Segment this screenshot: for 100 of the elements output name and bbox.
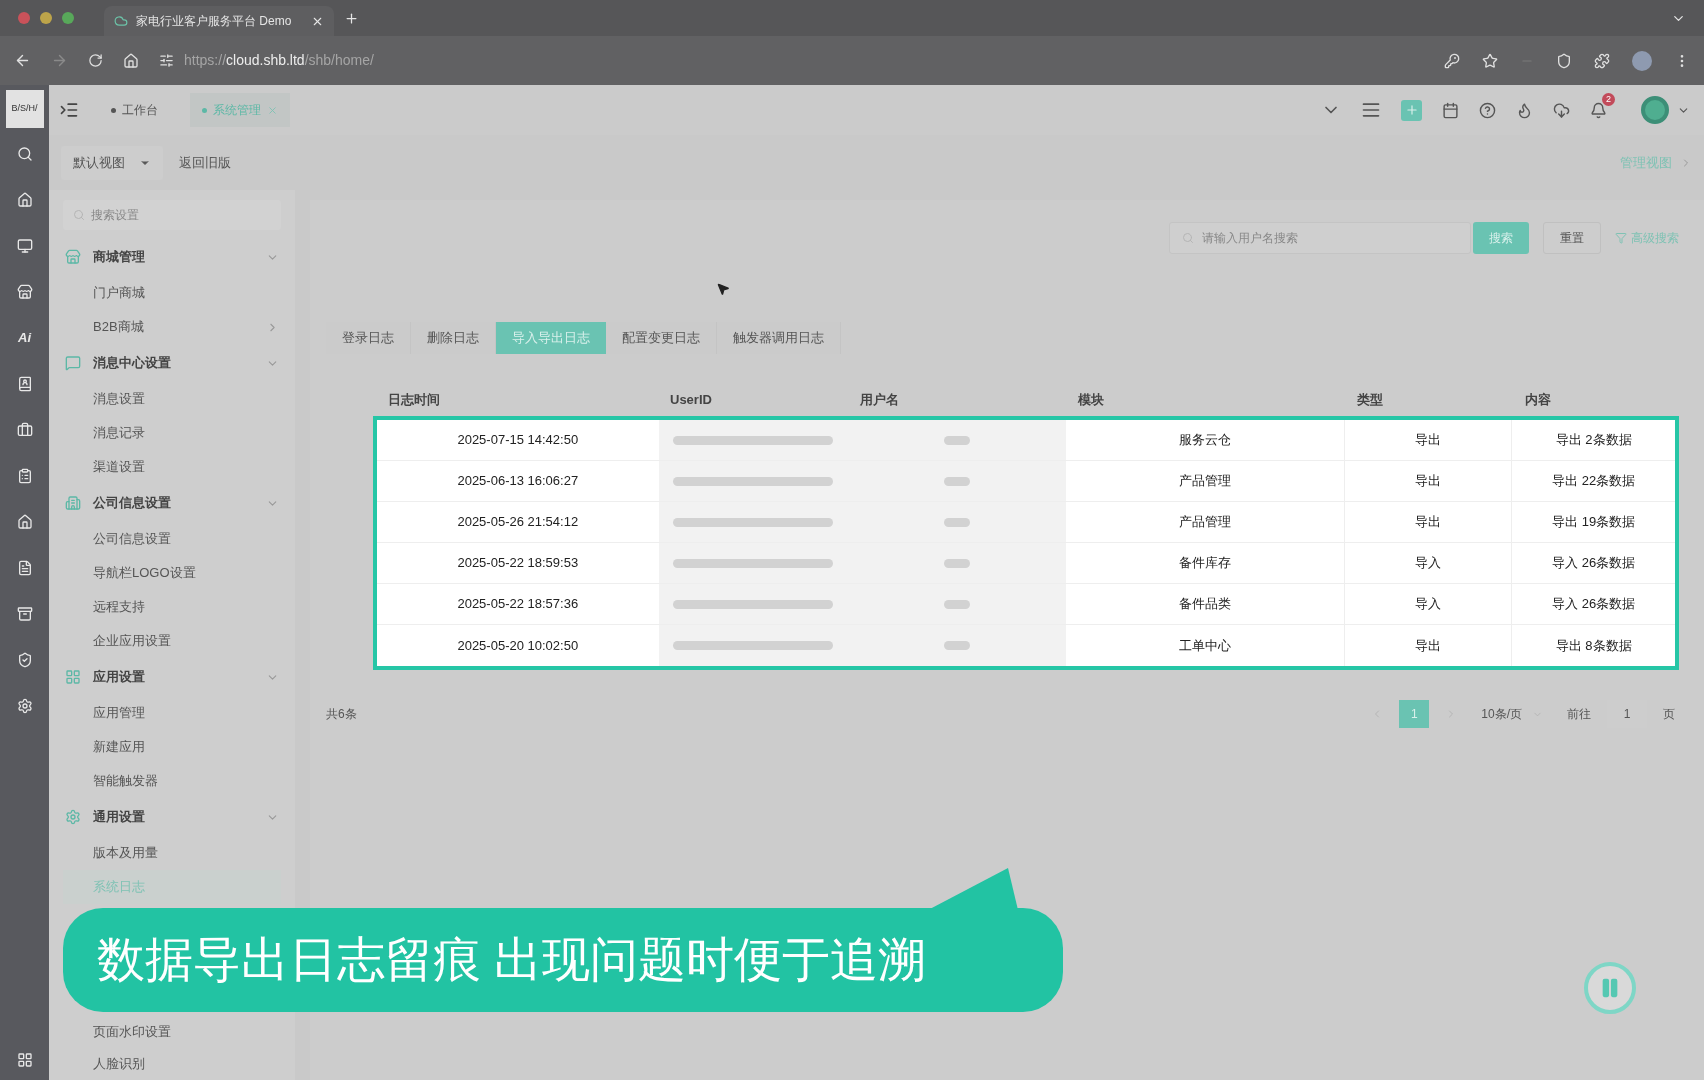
table-cell-text: 导入 26条数据	[1551, 595, 1637, 614]
menu-item[interactable]: 消息记录	[63, 416, 281, 450]
search-icon	[1182, 232, 1194, 244]
table-cell: 工单中心	[1065, 625, 1345, 666]
table-cell-text: 2025-05-22 18:57:36	[456, 595, 580, 614]
blurred-text	[944, 476, 971, 486]
table-cell: 产品管理	[1065, 502, 1345, 542]
nav-icon[interactable]	[16, 606, 33, 622]
menu-item[interactable]: 版本及用量	[63, 836, 281, 870]
table-cell: 导出	[1344, 625, 1513, 666]
menu-group-header[interactable]: 应用设置	[63, 658, 281, 696]
table-cell-text: 导出 2条数据	[1554, 431, 1633, 450]
blurred-text	[944, 599, 971, 609]
calendar-icon[interactable]	[1442, 101, 1459, 119]
menu-item[interactable]: 页面水印设置	[63, 1016, 281, 1048]
menu-group-header[interactable]: 商城管理	[63, 238, 281, 276]
table-cell: 导出	[1344, 461, 1513, 501]
table-cell: 服务云仓	[1065, 420, 1345, 460]
table-cell: 备件库存	[1065, 543, 1345, 583]
menu-item[interactable]: 门户商城	[63, 276, 281, 310]
menu-item[interactable]: 新建应用	[63, 730, 281, 764]
menu-item[interactable]: 人脸识别	[63, 1048, 281, 1080]
menu-item[interactable]: 远程支持	[63, 590, 281, 624]
menu-item[interactable]: 消息设置	[63, 382, 281, 416]
nav-icon[interactable]	[16, 284, 33, 300]
notification-icon[interactable]	[1590, 101, 1607, 119]
reset-button[interactable]: 重置	[1543, 222, 1601, 254]
table-cell-text: 2025-07-15 14:42:50	[456, 431, 580, 450]
table-cell: 导出	[1344, 502, 1513, 542]
menu-group-header[interactable]: 通用设置	[63, 798, 281, 836]
extensions-icon[interactable]	[1594, 52, 1610, 69]
blurred-text	[944, 435, 971, 445]
filter-icon	[1615, 232, 1627, 244]
shield-icon[interactable]	[1556, 52, 1572, 69]
menu-item[interactable]: 公司信息设置	[63, 522, 281, 556]
home-icon[interactable]	[123, 52, 139, 69]
nav-icon[interactable]	[16, 146, 33, 162]
key-icon[interactable]	[1444, 52, 1460, 69]
plus-icon	[1404, 103, 1419, 117]
menu-toggle-icon[interactable]	[59, 100, 79, 120]
menu-item[interactable]: 导航栏LOGO设置	[63, 556, 281, 590]
table-cell-text: 导出 19条数据	[1551, 513, 1637, 532]
table-cell-text: 2025-06-13 16:06:27	[456, 472, 580, 491]
help-icon[interactable]	[1479, 101, 1496, 119]
bookmark-icon[interactable]	[1482, 52, 1498, 69]
nav-icon[interactable]	[16, 468, 33, 484]
back-icon[interactable]	[14, 52, 31, 69]
new-tab-icon[interactable]	[344, 10, 359, 26]
column-header: 类型	[1356, 391, 1384, 410]
flame-icon[interactable]	[1516, 101, 1533, 119]
ai-nav-item[interactable]: Ai	[18, 330, 31, 346]
blurred-text	[944, 558, 971, 568]
menu-item[interactable]: 渠道设置	[63, 450, 281, 484]
reload-icon[interactable]	[88, 53, 103, 68]
nav-icon[interactable]	[16, 560, 33, 576]
page-size-select[interactable]: 10条/页	[1473, 700, 1551, 728]
nav-icon[interactable]	[16, 652, 33, 668]
menu-item[interactable]: 企业应用设置	[63, 624, 281, 658]
view-select[interactable]: 默认视图	[61, 145, 163, 180]
message-icon	[65, 355, 81, 371]
site-settings-icon[interactable]	[159, 53, 174, 68]
browser-tab[interactable]: 家电行业客户服务平台 Demo	[104, 6, 334, 36]
user-avatar[interactable]	[1641, 96, 1669, 124]
column-header: 模块	[1076, 391, 1105, 410]
apps-icon[interactable]	[16, 1052, 33, 1068]
table-cell: 导入	[1344, 543, 1513, 583]
address-field[interactable]: https://cloud.shb.ltd/shb/home/	[159, 50, 374, 71]
menu-item[interactable]: B2B商城	[63, 310, 281, 344]
menu-icon[interactable]	[1361, 100, 1381, 120]
nav-icon[interactable]	[16, 238, 33, 254]
nav-icon[interactable]	[16, 422, 33, 438]
menu-item[interactable]: 智能触发器	[63, 764, 281, 798]
back-link[interactable]: 返回旧版	[179, 152, 231, 173]
goto-suffix: 页	[1663, 706, 1675, 723]
store-icon	[65, 249, 81, 265]
mouse-pointer-icon	[716, 282, 730, 296]
page-tab[interactable]: 工作台	[99, 93, 170, 127]
nav-icon[interactable]	[16, 376, 33, 392]
nav-icon[interactable]	[16, 192, 33, 208]
cloud-download-icon[interactable]	[1553, 101, 1570, 119]
table-cell-text: 导出 8条数据	[1554, 636, 1633, 655]
table-cell: 导出	[1344, 420, 1513, 460]
table-cell-text: 2025-05-20 10:02:50	[456, 636, 580, 655]
menu-group-header[interactable]: 公司信息设置	[63, 484, 281, 522]
building-icon	[65, 495, 81, 511]
table-cell-text: 导出 22条数据	[1551, 472, 1637, 491]
app-logo[interactable]: B/S/H/	[5, 90, 44, 128]
goto-label: 前往	[1567, 706, 1591, 723]
table-cell: 备件品类	[1065, 584, 1345, 624]
search-icon	[73, 209, 85, 221]
blurred-text	[944, 517, 971, 527]
menu-item[interactable]: 应用管理	[63, 696, 281, 730]
nav-icon[interactable]	[16, 514, 33, 530]
column-header: 内容	[1524, 391, 1552, 410]
cloud-icon	[114, 14, 128, 28]
table-cell: 产品管理	[1065, 461, 1345, 501]
table-cell-text: 导入 26条数据	[1551, 554, 1637, 573]
nav-icon[interactable]	[16, 698, 33, 714]
grid-icon	[65, 669, 81, 685]
menu-group-header[interactable]: 消息中心设置	[63, 344, 281, 382]
